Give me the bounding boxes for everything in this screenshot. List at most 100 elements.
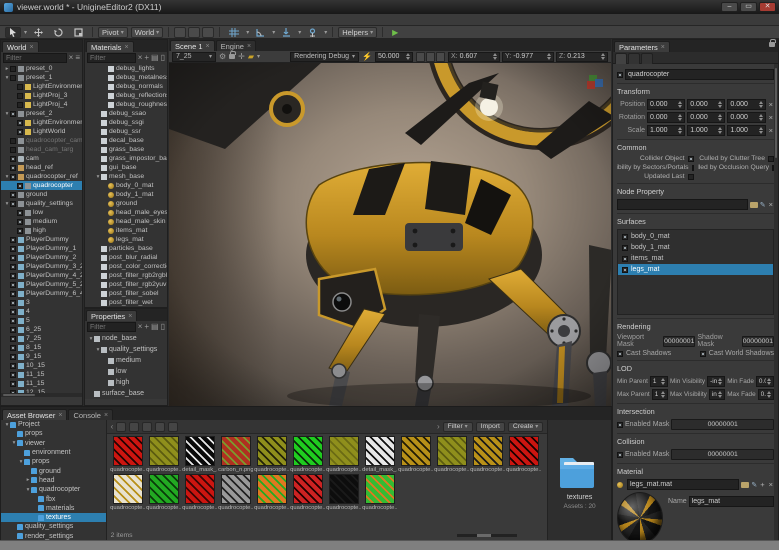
close-tab-icon[interactable]: × <box>58 412 62 419</box>
materials-filter-input[interactable] <box>87 53 136 63</box>
transform-z-field[interactable]: 0.000 <box>727 112 766 123</box>
material-tree-row[interactable]: head_male_skin <box>85 217 167 226</box>
texture-image[interactable] <box>292 436 323 466</box>
node-enabled-checkbox[interactable] <box>10 362 16 369</box>
tab-properties[interactable]: Properties × <box>86 310 138 321</box>
breadcrumb-item[interactable] <box>116 421 127 432</box>
close-tab-icon[interactable]: × <box>206 43 210 50</box>
world-tree-row[interactable]: quadrocopter <box>1 181 82 190</box>
world-tree-row[interactable]: cam <box>1 154 82 163</box>
camera-lock-icon[interactable] <box>229 51 237 59</box>
breadcrumb-item[interactable] <box>129 421 140 432</box>
back-arrow-icon[interactable]: ‹ <box>111 422 114 431</box>
intersection-mask-button[interactable]: 00000001 <box>671 419 774 430</box>
world-tree-row[interactable]: low <box>1 208 82 217</box>
breadcrumb-item[interactable] <box>142 421 153 432</box>
asset-thumbnail[interactable]: quadrocopte... <box>110 474 146 511</box>
node-enabled-checkbox[interactable] <box>10 191 16 198</box>
material-tree-row[interactable]: legs_mat <box>85 235 167 244</box>
world-tree-row[interactable]: ▾ preset_2 <box>1 109 82 118</box>
asset-browser-tab[interactable]: Asset Browser × <box>2 409 68 420</box>
node-enabled-checkbox[interactable] <box>10 245 16 252</box>
transform-y-field[interactable]: 0.000 <box>687 112 726 123</box>
asset-thumbnail[interactable]: quadrocopte... <box>146 436 182 473</box>
texture-image[interactable] <box>112 436 143 466</box>
texture-image[interactable] <box>436 436 467 466</box>
material-tree-row[interactable]: debug_roughness <box>85 100 167 109</box>
world-tree-row[interactable]: 6_25 <box>1 325 82 334</box>
world-tree-row[interactable]: 7_25 <box>1 334 82 343</box>
texture-image[interactable] <box>364 436 395 466</box>
scale-tool-button[interactable] <box>70 27 87 38</box>
node-enabled-checkbox[interactable] <box>10 335 16 342</box>
world-tree-row[interactable]: 9_15 <box>1 352 82 361</box>
world-tree-row[interactable]: PlayerDummy_1 <box>1 244 82 253</box>
texture-image[interactable] <box>184 436 215 466</box>
node-enabled-checkbox[interactable] <box>10 344 16 351</box>
node-enabled-checkbox[interactable] <box>10 281 16 288</box>
node-enabled-checkbox[interactable] <box>17 209 23 216</box>
world-tree-row[interactable]: PlayerDummy_4_25 <box>1 271 82 280</box>
texture-image[interactable] <box>148 436 179 466</box>
snap-angle-button[interactable] <box>252 27 269 38</box>
world-hscrollbar[interactable] <box>1 393 82 397</box>
delete-material-icon[interactable]: ▯ <box>161 54 165 62</box>
close-tab-icon[interactable]: × <box>661 44 665 51</box>
snap-grid-button[interactable] <box>225 27 243 38</box>
texture-image[interactable] <box>364 474 395 504</box>
world-tree-row[interactable]: ▾ quadrocopter_ref <box>1 172 82 181</box>
navigation-icon[interactable]: ✛ <box>238 52 245 61</box>
close-tab-icon[interactable]: × <box>128 313 132 320</box>
world-tree-row[interactable]: PlayerDummy_3_25 <box>1 262 82 271</box>
asset-thumbnail[interactable]: quadrocopte... <box>182 474 218 511</box>
speed-preset-button[interactable] <box>436 51 445 62</box>
texture-image[interactable] <box>256 474 287 504</box>
node-enabled-checkbox[interactable] <box>10 290 16 297</box>
select-tool-button[interactable] <box>5 26 21 38</box>
asset-thumbnail[interactable]: quadrocopte... <box>254 436 290 473</box>
texture-image[interactable] <box>112 474 143 504</box>
folder-tree-row[interactable]: ▸ head <box>1 476 106 485</box>
parameters-subtab[interactable] <box>641 53 653 64</box>
option-checkbox[interactable] <box>687 155 694 162</box>
property-tree-row[interactable]: low <box>85 366 167 377</box>
delete-property-icon[interactable]: ▯ <box>161 323 165 331</box>
forward-arrow-icon[interactable]: › <box>437 422 440 431</box>
property-tree-row[interactable]: surface_base <box>85 388 167 399</box>
snap-surface-button[interactable] <box>278 27 295 38</box>
node-property-field[interactable] <box>617 199 748 210</box>
asset-thumbnail[interactable]: quadrocopte... <box>290 436 326 473</box>
asset-thumbnail[interactable]: quadrocopte... <box>218 474 254 511</box>
speed-preset-button[interactable] <box>426 51 435 62</box>
rendering-debug-dropdown[interactable]: Rendering Debug ▾ <box>290 51 360 62</box>
collision-enabled-checkbox[interactable] <box>617 451 623 458</box>
add-property-icon[interactable]: + <box>144 323 149 331</box>
node-enabled-checkbox[interactable] <box>10 110 16 117</box>
parameters-subtab[interactable] <box>628 53 640 64</box>
node-enabled-checkbox[interactable] <box>17 83 23 90</box>
asset-thumbnail[interactable]: quadrocopte... <box>398 436 434 473</box>
select-tool-caret[interactable]: ▾ <box>24 29 27 36</box>
close-tab-icon[interactable]: × <box>104 412 108 419</box>
texture-image[interactable] <box>148 474 179 504</box>
texture-image[interactable] <box>328 436 359 466</box>
folder-tree-row[interactable]: ▾ props <box>1 457 106 466</box>
material-name-field[interactable]: legs_mat <box>688 496 774 507</box>
folder-tree-row[interactable]: props <box>1 429 106 438</box>
asset-thumbnail[interactable]: quadrocopte... <box>470 436 506 473</box>
asset-thumbnail[interactable]: carbon_n.png <box>218 436 254 473</box>
cast-world-shadows-checkbox[interactable] <box>699 350 706 357</box>
material-tree-row[interactable]: ▾ mesh_base <box>85 172 167 181</box>
viewport-tab[interactable]: Scene 1 × <box>170 40 215 51</box>
axis-toggle-button[interactable] <box>188 26 201 38</box>
edit-icon[interactable]: ✎ <box>751 481 757 489</box>
create-dropdown[interactable]: Create ▾ <box>507 421 544 432</box>
collision-mask-button[interactable]: 00000001 <box>671 449 774 460</box>
clear-filter-icon[interactable]: × <box>69 54 74 62</box>
node-enabled-checkbox[interactable] <box>10 254 16 261</box>
world-tree-row[interactable]: PlayerDummy_2 <box>1 253 82 262</box>
lod-field[interactable]: 1 <box>651 389 669 400</box>
asset-thumbnail[interactable]: quadrocopte... <box>254 474 290 511</box>
speed-preset-button[interactable] <box>416 51 425 62</box>
texture-image[interactable] <box>256 436 287 466</box>
